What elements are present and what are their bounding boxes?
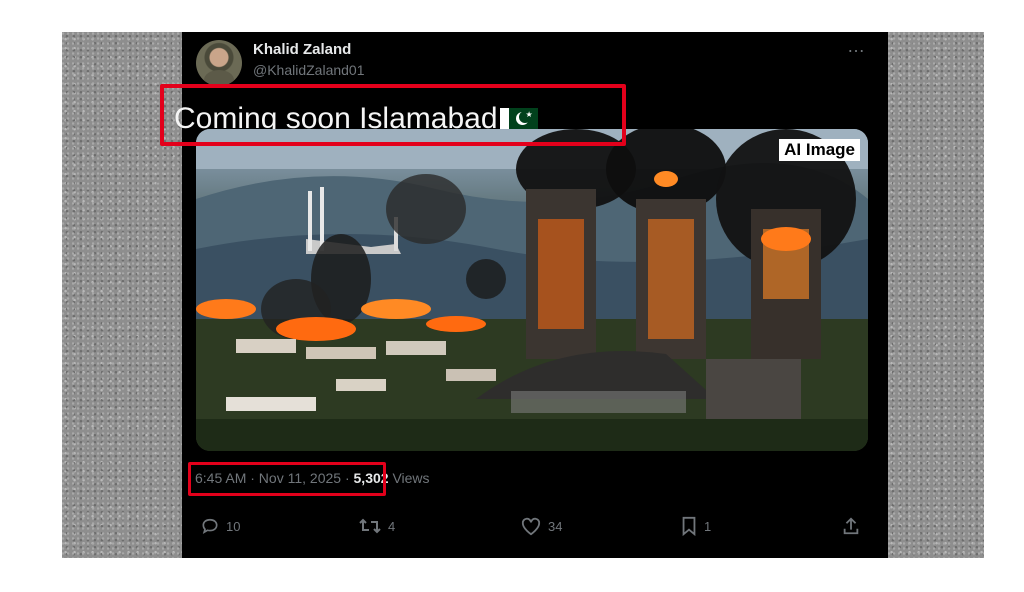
tweet-image[interactable]: AI Image [196,129,868,451]
ai-image-label: AI Image [779,139,860,161]
like-count: 34 [548,518,563,534]
reply-icon [202,518,218,535]
bookmark-button[interactable]: 1 [680,516,711,536]
burning-city-illustration [196,129,868,451]
author-handle[interactable]: @KhalidZaland01 [253,62,365,78]
tweet-text-highlight-box [160,84,626,146]
action-bar: 10 4 34 1 [200,516,870,542]
reply-button[interactable]: 10 [200,516,240,536]
avatar[interactable] [196,40,242,86]
bookmark-count: 1 [704,518,712,534]
bookmark-icon [682,516,696,536]
views-label: Views [392,470,430,486]
like-button[interactable]: 34 [520,516,562,536]
share-icon [843,517,859,535]
timestamp-highlight-box [188,462,386,496]
repost-icon [359,518,381,534]
gray-texture-right [888,32,984,558]
more-icon[interactable]: … [847,36,866,57]
share-button[interactable] [842,516,866,536]
repost-count: 4 [388,518,396,534]
author-name[interactable]: Khalid Zaland [253,41,351,58]
reply-count: 10 [226,518,241,534]
like-icon [521,517,541,536]
repost-button[interactable]: 4 [358,516,395,536]
